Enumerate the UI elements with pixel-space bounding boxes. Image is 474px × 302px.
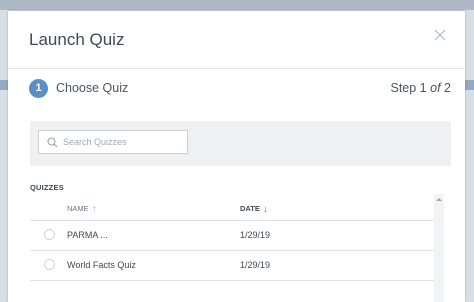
quiz-name: PARMA ... (67, 230, 108, 240)
sort-asc-icon: ↑ (91, 204, 97, 215)
scroll-up-icon[interactable] (436, 198, 442, 201)
quiz-date: 1/29/19 (240, 260, 271, 270)
table-scrollbar[interactable] (434, 194, 444, 302)
step-count: Step 1 of 2 (390, 81, 452, 95)
quiz-date: 1/29/19 (240, 230, 271, 240)
search-icon (47, 137, 58, 148)
dialog-title: Launch Quiz (29, 30, 125, 49)
step-label: Choose Quiz (56, 81, 129, 95)
column-header-date[interactable]: DATE ↓ (240, 204, 268, 215)
step-number-badge: 1 (29, 79, 48, 98)
backdrop-top (0, 0, 474, 10)
column-header-name[interactable]: NAME ↑ (67, 204, 97, 215)
table-row[interactable]: PARMA ... 1/29/19 (30, 221, 434, 251)
dialog-header: Launch Quiz (8, 11, 465, 69)
row-radio[interactable] (44, 229, 55, 240)
search-panel (30, 121, 451, 166)
stepper: 1 Choose Quiz Step 1 of 2 (29, 79, 451, 99)
row-radio[interactable] (44, 259, 55, 270)
close-icon[interactable] (433, 28, 449, 44)
quiz-name: World Facts Quiz (67, 260, 136, 270)
table-row[interactable]: World Facts Quiz 1/29/19 (30, 251, 434, 281)
section-label-quizzes: QUIZZES (30, 183, 64, 192)
launch-quiz-dialog: Launch Quiz 1 Choose Quiz Step 1 of 2 QU… (8, 11, 465, 302)
sort-desc-icon: ↓ (262, 204, 268, 215)
table-header: NAME ↑ DATE ↓ (30, 194, 434, 221)
search-input[interactable] (63, 134, 183, 150)
search-field[interactable] (38, 130, 188, 154)
backdrop-left (0, 10, 8, 302)
backdrop-right (465, 10, 474, 302)
quizzes-table: NAME ↑ DATE ↓ PARMA ... 1/29/19 World Fact… (30, 194, 434, 302)
